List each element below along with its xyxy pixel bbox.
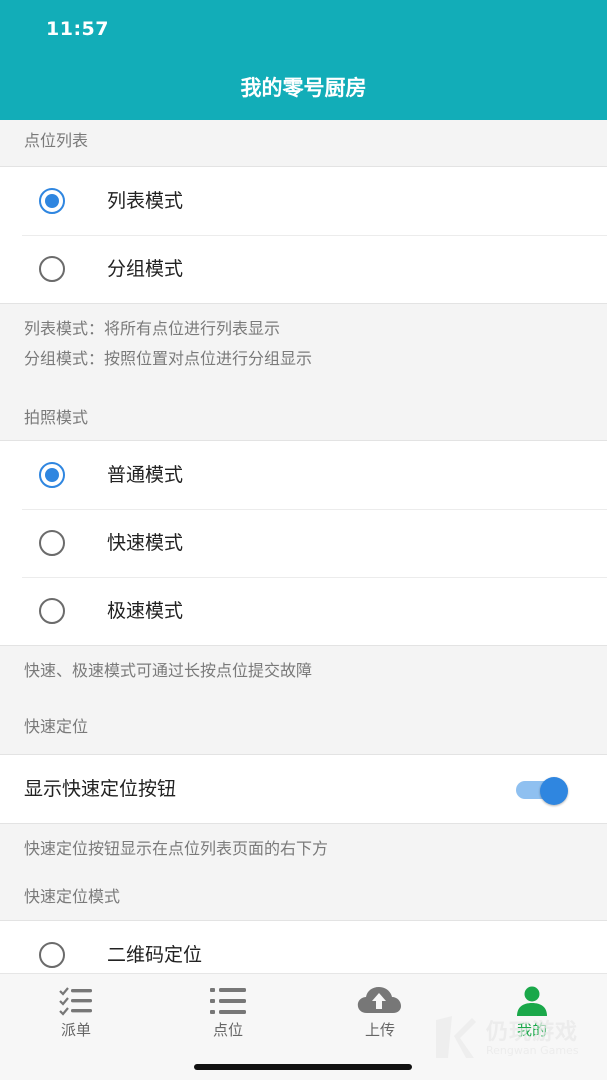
note-quick-locate: 快速定位按钮显示在点位列表页面的右下方 [24,839,329,858]
note-group-mode: 分组模式：按照位置对点位进行分组显示 [24,349,313,368]
tab-label: 派单 [60,1021,91,1039]
point-list-options: 列表模式 分组模式 [0,166,607,304]
toggle-knob[interactable] [540,777,568,805]
photo-mode-options: 普通模式 快速模式 极速模式 [0,440,607,646]
section-label-photo-mode: 拍照模式 [24,408,89,427]
note-photo-mode: 快速、极速模式可通过长按点位提交故障 [24,661,313,680]
radio-unchecked-icon[interactable] [39,530,65,556]
radio-unchecked-icon[interactable] [39,598,65,624]
switch-label: 显示快速定位按钮 [24,778,177,800]
option-label: 列表模式 [107,190,184,212]
option-label: 极速模式 [107,600,184,622]
watermark-subtext: Rengwan Games [486,1044,579,1057]
radio-checked-icon[interactable] [39,462,65,488]
status-time: 11:57 [46,18,109,40]
option-label: 快速模式 [107,532,184,554]
quick-locate-switch-row[interactable]: 显示快速定位按钮 [0,755,607,823]
page-title: 我的零号厨房 [240,76,367,100]
option-ultra-fast-mode[interactable]: 极速模式 [0,577,607,645]
app-header: 11:57 我的零号厨房 [0,0,607,120]
watermark-mark-icon [436,1016,476,1058]
tab-dispatch[interactable]: 派单 [0,974,152,1044]
option-label: 二维码定位 [107,944,203,966]
tab-label: 点位 [212,1021,243,1039]
option-group-mode[interactable]: 分组模式 [0,235,607,303]
option-qrcode-locate[interactable]: 二维码定位 [0,921,607,973]
option-label: 分组模式 [107,258,184,280]
option-label: 普通模式 [107,464,184,486]
note-list-mode: 列表模式：将所有点位进行列表显示 [24,319,281,338]
tab-points[interactable]: 点位 [152,974,304,1044]
cloud-upload-icon [357,987,401,1013]
section-label-point-list: 点位列表 [24,131,89,150]
home-indicator[interactable] [194,1064,412,1070]
radio-unchecked-icon[interactable] [39,256,65,282]
watermark-text: 仍玩游戏 [486,1020,579,1045]
option-fast-mode[interactable]: 快速模式 [0,509,607,577]
radio-unchecked-icon[interactable] [39,942,65,968]
option-list-mode[interactable]: 列表模式 [0,167,607,235]
quick-locate-options: 显示快速定位按钮 [0,754,607,824]
section-label-quick-locate-mode: 快速定位模式 [24,887,121,906]
list-icon [210,988,246,1014]
option-normal-mode[interactable]: 普通模式 [0,441,607,509]
quick-locate-mode-options: 二维码定位 [0,920,607,973]
radio-checked-icon[interactable] [39,188,65,214]
section-label-quick-locate: 快速定位 [24,717,89,736]
settings-content[interactable]: 点位列表 列表模式 分组模式 列表模式：将所有点位进行列表显示 分组模式：按照位… [0,120,607,973]
watermark-logo: 仍玩游戏 Rengwan Games [430,1010,600,1070]
checklist-icon [59,987,92,1016]
